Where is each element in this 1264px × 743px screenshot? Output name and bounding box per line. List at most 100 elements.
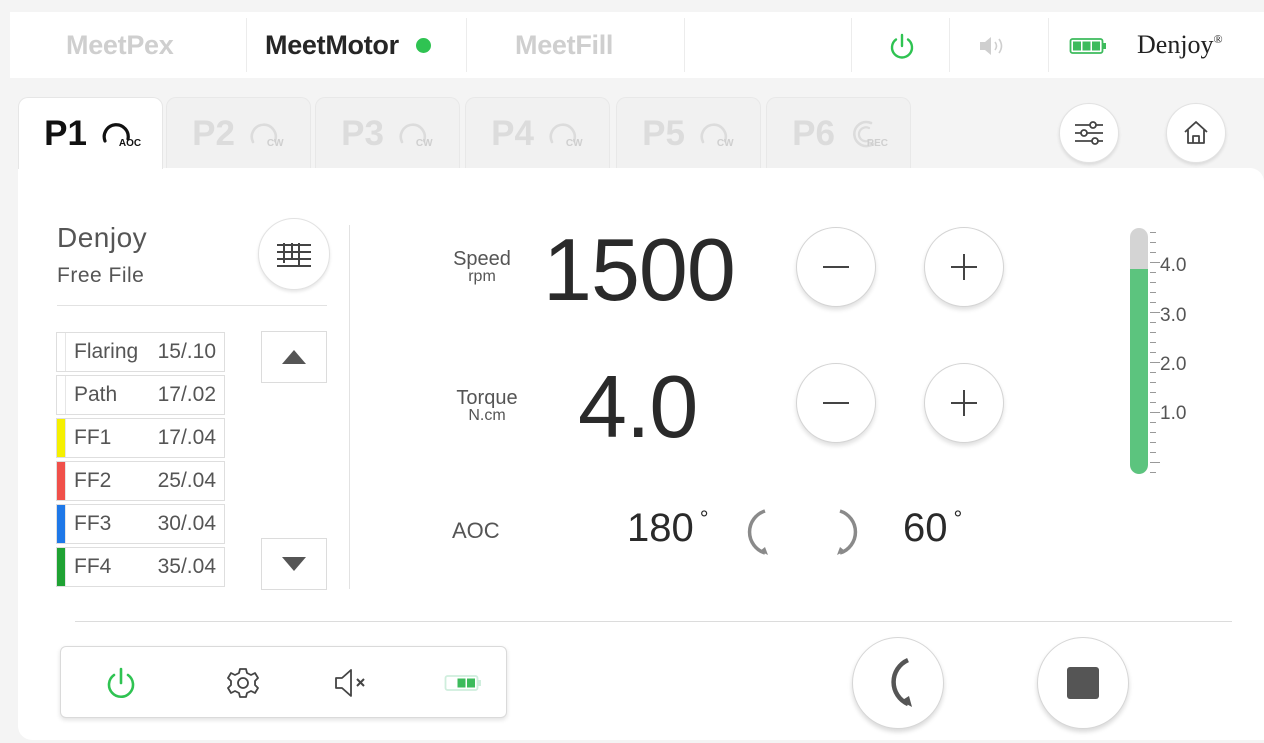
- gauge-tick: [1150, 412, 1160, 413]
- program-tab-label: P5: [642, 113, 685, 153]
- cw-mode-icon: CW: [394, 114, 434, 154]
- program-tab-label: P4: [491, 113, 534, 153]
- speed-decrease-button[interactable]: [796, 227, 876, 307]
- file-row[interactable]: FF4 35/.04: [56, 547, 225, 587]
- gauge-tick: [1150, 372, 1156, 373]
- plus-icon: [951, 390, 977, 416]
- file-system-name: Free File: [57, 264, 145, 287]
- torque-increase-button[interactable]: [924, 363, 1004, 443]
- file-color-bar: [57, 376, 66, 414]
- triangle-up-icon: [282, 350, 306, 364]
- volume-icon[interactable]: [977, 34, 1017, 58]
- settings-button[interactable]: [213, 647, 273, 719]
- divider: [57, 305, 327, 306]
- cw-angle[interactable]: 60 °: [903, 506, 962, 551]
- file-color-bar: [57, 333, 66, 371]
- file-name: Flaring: [74, 340, 139, 363]
- brand-text: Denjoy: [1137, 30, 1214, 59]
- program-tab-p2[interactable]: P2 CW: [166, 97, 311, 169]
- program-mode-label: CW: [716, 137, 734, 149]
- speed-value: 1500: [543, 220, 736, 319]
- divider: [1048, 18, 1049, 72]
- cw-mode-icon: CW: [245, 114, 285, 154]
- program-tab-p6[interactable]: P6 REC: [766, 97, 911, 169]
- power-button[interactable]: [91, 647, 151, 719]
- app-tab-meetfill[interactable]: MeetFill: [515, 12, 613, 78]
- scroll-up-button[interactable]: [261, 331, 327, 383]
- program-tab-label: P1: [44, 113, 87, 153]
- gauge-tick: [1150, 422, 1156, 423]
- program-tab-p5[interactable]: P5 CW: [616, 97, 761, 169]
- power-icon: [107, 667, 135, 698]
- mute-button[interactable]: [322, 647, 382, 719]
- app-tab-label: MeetMotor: [265, 29, 399, 60]
- speed-label-text: Speed: [453, 248, 511, 270]
- brand-logo: Denjoy ®: [1137, 12, 1223, 78]
- gauge-tick: [1150, 262, 1160, 263]
- file-row[interactable]: FF3 30/.04: [56, 504, 225, 544]
- file-list-button[interactable]: [258, 218, 330, 290]
- ccw-arrow-icon: [741, 507, 773, 559]
- triangle-down-icon: [282, 557, 306, 571]
- rotation-direction-button[interactable]: [852, 637, 944, 729]
- program-tab-label: P2: [192, 113, 235, 153]
- torque-gauge-fill: [1130, 269, 1148, 474]
- degree-symbol: °: [953, 506, 963, 531]
- gauge-tick: [1150, 252, 1156, 253]
- sliders-icon: [1075, 121, 1103, 145]
- files-icon: [277, 243, 311, 267]
- gauge-tick: [1150, 332, 1156, 333]
- mute-icon: [335, 669, 365, 697]
- settings-adjust-button[interactable]: [1059, 103, 1119, 163]
- gauge-tick: [1150, 322, 1156, 323]
- cw-angle-value: 60: [903, 506, 948, 550]
- torque-decrease-button[interactable]: [796, 363, 876, 443]
- file-name: FF4: [74, 555, 112, 578]
- ccw-rotation-icon: [891, 657, 912, 707]
- file-size: 30/.04: [157, 512, 216, 535]
- file-name: FF3: [74, 512, 112, 535]
- rec-mode-icon: REC: [845, 114, 889, 154]
- brand-mark: ®: [1213, 31, 1223, 46]
- stop-button[interactable]: [1037, 637, 1129, 729]
- divider: [75, 621, 1232, 622]
- plus-icon: [951, 254, 977, 280]
- file-row[interactable]: FF1 17/.04: [56, 418, 225, 458]
- file-brand: Denjoy: [57, 222, 148, 253]
- program-tab-p1[interactable]: P1 AOC: [18, 97, 163, 169]
- status-dot: [415, 37, 431, 53]
- power-icon[interactable]: [887, 31, 917, 61]
- file-row[interactable]: Path 17/.02: [56, 375, 225, 415]
- file-row[interactable]: Flaring 15/.10: [56, 332, 225, 372]
- program-tab-p4[interactable]: P4 CW: [465, 97, 610, 169]
- program-tab-p3[interactable]: P3 CW: [315, 97, 460, 169]
- file-size: 35/.04: [157, 555, 216, 578]
- app-tab-meetmotor[interactable]: MeetMotor: [265, 12, 431, 78]
- scroll-down-button[interactable]: [261, 538, 327, 590]
- gauge-tick: [1150, 312, 1160, 313]
- speed-increase-button[interactable]: [924, 227, 1004, 307]
- gauge-tick: [1150, 282, 1156, 283]
- file-row[interactable]: FF2 25/.04: [56, 461, 225, 501]
- gauge-label: 1.0: [1160, 403, 1187, 424]
- home-button[interactable]: [1166, 103, 1226, 163]
- gauge-tick: [1150, 392, 1156, 393]
- gauge-tick: [1150, 352, 1156, 353]
- ccw-angle-value: 180: [627, 506, 694, 550]
- gauge-tick: [1150, 342, 1156, 343]
- gauge-tick: [1150, 232, 1156, 233]
- gauge-tick: [1150, 302, 1156, 303]
- program-mode-label: CW: [415, 137, 433, 149]
- file-size: 25/.04: [157, 469, 216, 492]
- minus-icon: [823, 266, 849, 268]
- app-tab-meetpex[interactable]: MeetPex: [66, 12, 174, 78]
- divider: [949, 18, 950, 72]
- divider: [246, 18, 247, 72]
- gauge-label: 3.0: [1160, 305, 1187, 326]
- file-color-bar: [57, 462, 66, 500]
- file-size: 17/.04: [157, 426, 216, 449]
- program-mode-label: REC: [866, 137, 889, 149]
- file-name: Path: [74, 383, 118, 406]
- gauge-tick: [1150, 362, 1160, 363]
- ccw-angle[interactable]: 180 °: [627, 506, 709, 551]
